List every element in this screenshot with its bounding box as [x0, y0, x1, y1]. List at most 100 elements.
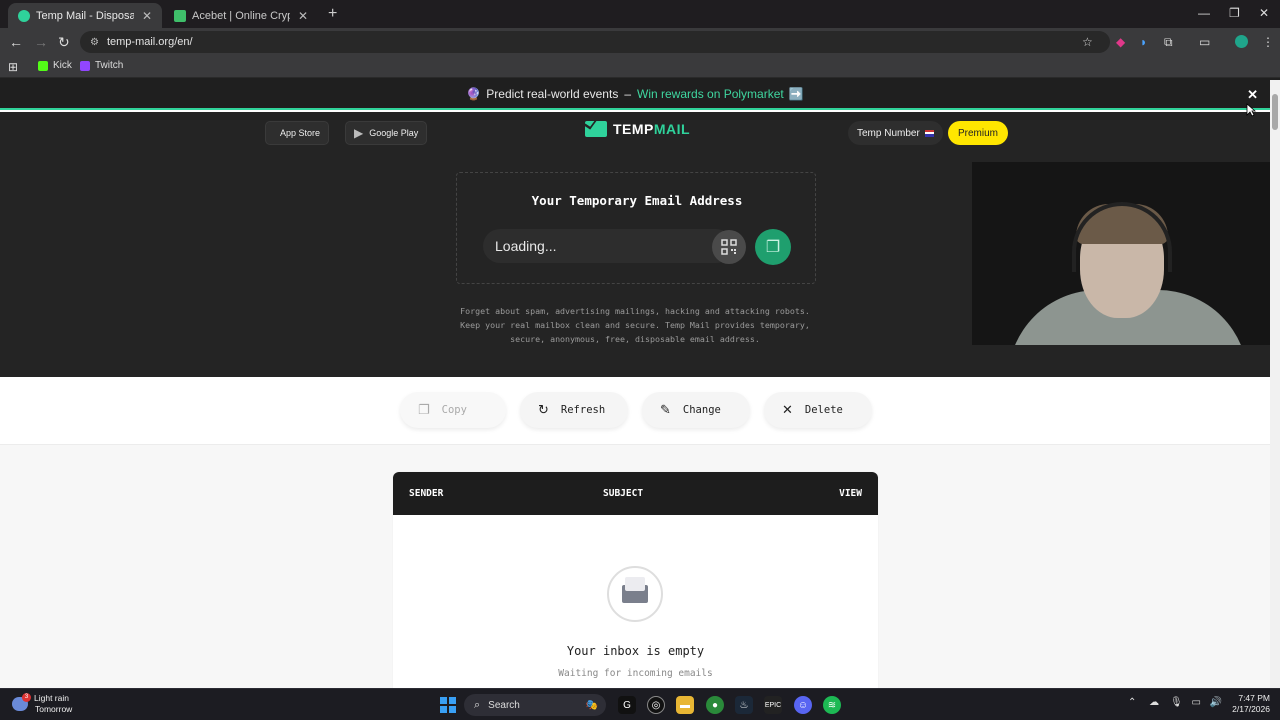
- google-play-label: Google Play: [369, 128, 419, 138]
- premium-button[interactable]: Premium: [948, 121, 1009, 145]
- empty-inbox-icon: [607, 566, 663, 622]
- tagline: Forget about spam, advertising mailings,…: [435, 304, 835, 346]
- empty-inbox-subtitle: Waiting for incoming emails: [558, 668, 713, 679]
- tray-app-icon[interactable]: ☁: [1149, 697, 1159, 708]
- side-panel-icon[interactable]: ▭: [1199, 35, 1210, 49]
- arrow-right-icon: ➡️: [788, 87, 804, 101]
- microphone-icon[interactable]: 🎙: [1170, 697, 1183, 708]
- qr-code-button[interactable]: [712, 230, 746, 264]
- restore-icon[interactable]: ❐: [1229, 6, 1240, 20]
- copy-email-button[interactable]: ❐: [755, 229, 791, 265]
- promo-link[interactable]: Win rewards on Polymarket: [637, 87, 784, 101]
- back-icon[interactable]: ←: [9, 34, 23, 50]
- copy-label: Copy: [441, 404, 467, 416]
- empty-inbox-title: Your inbox is empty: [566, 644, 705, 658]
- tab-acebet[interactable]: Acebet | Online Crypto Casino ✕: [164, 3, 318, 28]
- close-tab-icon[interactable]: ✕: [142, 9, 152, 23]
- browser-toolbar: ← → ↻ ⚙ temp-mail.org/en/ ☆ ◆ ◗ ⧉ ▭ ⋮: [0, 28, 1280, 56]
- system-tray: ⌃ ☁ 🎙 ▭ 🔊: [1128, 697, 1222, 708]
- copy-icon: ❐: [418, 402, 430, 418]
- refresh-label: Refresh: [560, 404, 606, 416]
- inbox-header: SENDER SUBJECT VIEW: [393, 472, 878, 515]
- close-banner-icon[interactable]: ✕: [1247, 87, 1258, 103]
- close-tab-icon[interactable]: ✕: [298, 9, 308, 23]
- scrollbar-thumb[interactable]: [1272, 94, 1278, 130]
- taskbar-clock[interactable]: 7:47 PM 2/17/2026: [1228, 693, 1270, 715]
- copy-icon: ❐: [765, 239, 781, 256]
- logo-text-temp: TEMP: [613, 121, 654, 137]
- email-address-field[interactable]: Loading...: [483, 229, 733, 263]
- weather-widget[interactable]: 3 Light rain Tomorrow: [12, 693, 72, 715]
- logo-text-mail: MAIL: [653, 121, 691, 137]
- windows-start-icon[interactable]: [440, 697, 456, 713]
- spotify-icon[interactable]: ≋: [823, 696, 841, 714]
- temp-number-label: Temp Number: [857, 127, 920, 139]
- address-bar[interactable]: ⚙ temp-mail.org/en/: [80, 31, 1110, 53]
- refresh-button[interactable]: ↻ Refresh: [520, 392, 628, 428]
- taskbar-search[interactable]: ⌕ Search 🎭: [464, 694, 606, 716]
- google-play-icon: ▶: [354, 126, 364, 140]
- reload-icon[interactable]: ↻: [58, 34, 70, 51]
- delete-button[interactable]: ✕ Delete: [764, 392, 872, 428]
- kick-icon: [38, 60, 48, 71]
- profile-avatar[interactable]: [1235, 35, 1248, 48]
- windows-taskbar: 3 Light rain Tomorrow ⌕ Search 🎭 G ◎ ▬ ●…: [0, 688, 1280, 720]
- epic-games-icon[interactable]: EPIC: [764, 696, 782, 714]
- envelope-logo-icon: [585, 121, 607, 137]
- change-label: Change: [682, 404, 721, 416]
- chrome-icon[interactable]: ●: [706, 696, 724, 714]
- app-store-label: App Store: [280, 128, 321, 138]
- twitch-icon: [80, 60, 90, 71]
- rain-cloud-icon: 3: [12, 693, 31, 711]
- close-window-icon[interactable]: ✕: [1259, 6, 1269, 20]
- column-view: VIEW: [839, 488, 862, 499]
- promo-banner[interactable]: 🔮 Predict real-world events – Win reward…: [0, 80, 1270, 110]
- temp-number-button[interactable]: Temp Number: [848, 121, 943, 145]
- discord-icon[interactable]: ☺: [794, 696, 812, 714]
- tagline-line: Forget about spam, advertising mailings,…: [460, 306, 810, 316]
- network-icon[interactable]: ▭: [1191, 697, 1200, 708]
- tray-chevron-icon[interactable]: ⌃: [1128, 697, 1136, 708]
- app-store-button[interactable]: App Store: [265, 121, 330, 145]
- tab-title: Temp Mail - Disposable Tempo: [36, 9, 134, 22]
- app-icon-2[interactable]: ◎: [647, 696, 665, 714]
- apps-grid-icon[interactable]: ⊞: [8, 60, 18, 74]
- bookmark-kick[interactable]: Kick: [38, 60, 72, 71]
- promo-emoji-icon: 🔮: [466, 87, 482, 101]
- change-button[interactable]: ✎ Change: [642, 392, 750, 428]
- bookmark-star-icon[interactable]: ☆: [1082, 35, 1093, 49]
- volume-icon[interactable]: 🔊: [1210, 697, 1222, 708]
- pencil-icon: ✎: [660, 402, 671, 418]
- action-bar: ❐ Copy ↻ Refresh ✎ Change ✕ Delete: [0, 377, 1270, 445]
- qr-code-icon: [721, 239, 737, 255]
- browser-tab-bar: Temp Mail - Disposable Tempo ✕ Acebet | …: [0, 0, 1280, 28]
- tab-temp-mail[interactable]: Temp Mail - Disposable Tempo ✕: [8, 3, 162, 28]
- extension-wave-icon[interactable]: ◗: [1140, 35, 1147, 49]
- email-box-title: Your Temporary Email Address: [531, 193, 743, 208]
- bookmark-twitch[interactable]: Twitch: [80, 60, 123, 71]
- file-explorer-icon[interactable]: ▬: [676, 696, 694, 714]
- browser-menu-icon[interactable]: ⋮: [1262, 35, 1274, 49]
- search-icon: ⌕: [474, 698, 481, 711]
- site-info-icon[interactable]: ⚙: [90, 37, 99, 48]
- extensions-puzzle-icon[interactable]: ⧉: [1164, 35, 1173, 50]
- extension-shield-icon[interactable]: ◆: [1116, 35, 1125, 49]
- email-address-value: Loading...: [495, 238, 557, 254]
- steam-icon[interactable]: ♨: [735, 696, 753, 714]
- envelope-icon: [622, 577, 648, 603]
- page-viewport: 🔮 Predict real-world events – Win reward…: [0, 80, 1270, 688]
- bookmark-label: Kick: [53, 60, 72, 71]
- clock-date: 2/17/2026: [1232, 704, 1270, 714]
- google-play-button[interactable]: ▶ Google Play: [345, 121, 428, 145]
- copy-button[interactable]: ❐ Copy: [400, 392, 506, 428]
- minimize-icon[interactable]: —: [1198, 6, 1210, 20]
- acebet-favicon-icon: [174, 9, 186, 22]
- temp-mail-logo[interactable]: TEMP MAIL: [585, 121, 690, 137]
- new-tab-icon[interactable]: +: [328, 5, 337, 23]
- url-text: temp-mail.org/en/: [106, 36, 193, 48]
- forward-icon[interactable]: →: [34, 34, 48, 50]
- tab-title: Acebet | Online Crypto Casino: [192, 9, 290, 22]
- app-icon-1[interactable]: G: [618, 696, 636, 714]
- page-scrollbar[interactable]: [1270, 80, 1280, 688]
- email-address-box: Your Temporary Email Address Loading... …: [456, 172, 816, 284]
